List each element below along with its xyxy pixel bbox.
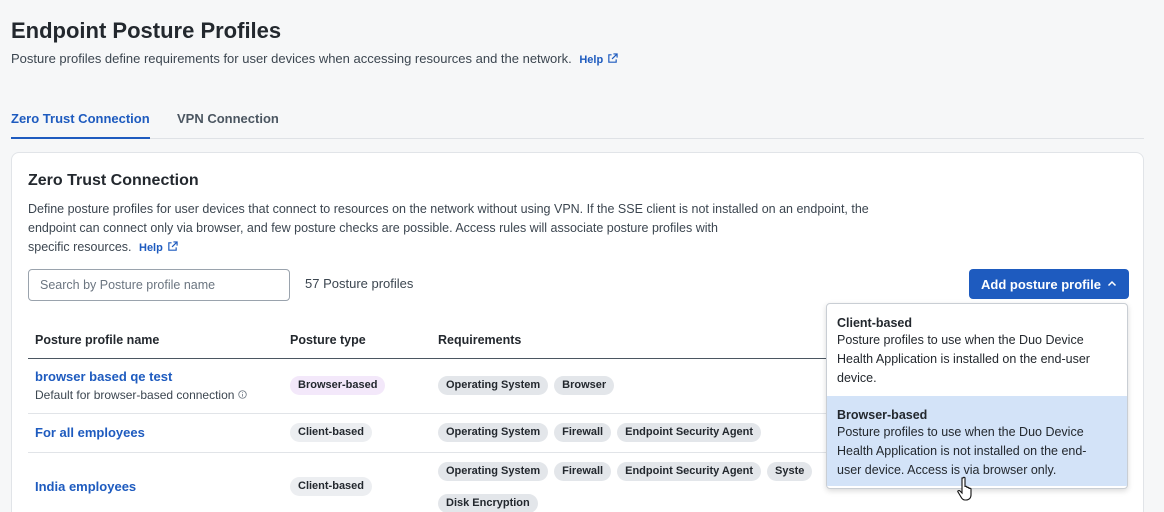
menu-item-description-line: Posture profiles to use when the Duo Dev… — [837, 425, 1084, 439]
requirement-tag: Operating System — [438, 423, 549, 442]
add-profile-dropdown-menu: Client-based Posture profiles to use whe… — [826, 303, 1128, 489]
hand-cursor-icon — [957, 476, 972, 501]
column-header-name: Posture profile name — [28, 323, 283, 359]
section-description-line: specific resources. Help — [28, 238, 928, 258]
add-posture-profile-label: Add posture profile — [981, 276, 1101, 292]
section-description-line: Define posture profiles for user devices… — [28, 202, 869, 216]
requirement-tag: Browser — [554, 376, 615, 395]
tab-zero-trust-connection[interactable]: Zero Trust Connection — [11, 111, 150, 139]
info-icon — [238, 390, 248, 399]
page-description-text: Posture profiles define requirements for… — [11, 51, 572, 66]
tab-bar: Zero Trust Connection VPN Connection — [11, 108, 1144, 139]
menu-item-title: Client-based — [837, 316, 913, 330]
type-badge: Client-based — [290, 423, 373, 442]
menu-item-description: Posture profiles to use when the Duo Dev… — [837, 423, 1117, 480]
menu-item-description-line: Health Application is not installed on t… — [837, 444, 1087, 458]
page-description: Posture profiles define requirements for… — [11, 51, 618, 66]
external-link-icon — [608, 53, 618, 63]
column-header-type: Posture type — [283, 323, 431, 359]
tab-vpn-connection[interactable]: VPN Connection — [177, 111, 279, 139]
search-input[interactable] — [28, 269, 290, 301]
external-link-icon — [168, 241, 178, 251]
section-help-link[interactable]: Help — [139, 241, 178, 254]
menu-item-browser-based[interactable]: Browser-based Posture profiles to use wh… — [827, 396, 1127, 486]
cell-name: For all employees — [28, 413, 283, 453]
cell-name: India employees — [28, 452, 283, 512]
add-posture-profile-button[interactable]: Add posture profile — [969, 269, 1129, 299]
requirement-tag: Operating System — [438, 462, 549, 481]
profile-name-link[interactable]: browser based qe test — [35, 369, 172, 384]
menu-item-description-line: user device. Access is via browser only. — [837, 463, 1057, 477]
menu-item-client-based[interactable]: Client-based Posture profiles to use whe… — [827, 304, 1127, 396]
page-title: Endpoint Posture Profiles — [11, 18, 282, 43]
profile-name-link[interactable]: For all employees — [35, 425, 145, 440]
profile-count: 57 Posture profiles — [305, 276, 414, 291]
profile-name-link[interactable]: India employees — [35, 479, 136, 494]
requirement-tag: Disk Encryption — [438, 494, 538, 512]
section-help-label: Help — [139, 242, 163, 254]
section-title: Zero Trust Connection — [28, 172, 199, 189]
section-description-line-text: specific resources. — [28, 240, 132, 254]
requirement-tag: Syste — [767, 462, 813, 481]
menu-item-description-line: device. — [837, 371, 877, 385]
cell-type: Client-based — [283, 413, 431, 453]
requirement-tag: Operating System — [438, 376, 549, 395]
requirement-tag: Endpoint Security Agent — [617, 462, 762, 481]
menu-item-description-line: Posture profiles to use when the Duo Dev… — [837, 333, 1084, 347]
cell-type: Browser-based — [283, 358, 431, 414]
section-description: Define posture profiles for user devices… — [28, 200, 928, 258]
chevron-up-icon — [1107, 280, 1116, 287]
requirement-tag: Endpoint Security Agent — [617, 423, 762, 442]
requirement-tag: Firewall — [554, 462, 612, 481]
type-badge: Client-based — [290, 476, 373, 496]
page-help-label: Help — [579, 54, 604, 66]
page-help-link[interactable]: Help — [579, 53, 618, 66]
cell-name: browser based qe test Default for browse… — [28, 358, 283, 414]
menu-item-title: Browser-based — [837, 408, 928, 422]
section-description-line: endpoint can connect only via browser, a… — [28, 221, 718, 235]
requirement-tag: Firewall — [554, 423, 612, 442]
profile-subtext-label: Default for browser-based connection — [35, 388, 235, 402]
menu-item-description-line: Health Application is installed on the e… — [837, 352, 1090, 366]
profile-subtext: Default for browser-based connection — [35, 388, 283, 402]
menu-item-description: Posture profiles to use when the Duo Dev… — [837, 331, 1117, 388]
cell-type: Client-based — [283, 452, 431, 512]
type-badge: Browser-based — [290, 376, 386, 395]
